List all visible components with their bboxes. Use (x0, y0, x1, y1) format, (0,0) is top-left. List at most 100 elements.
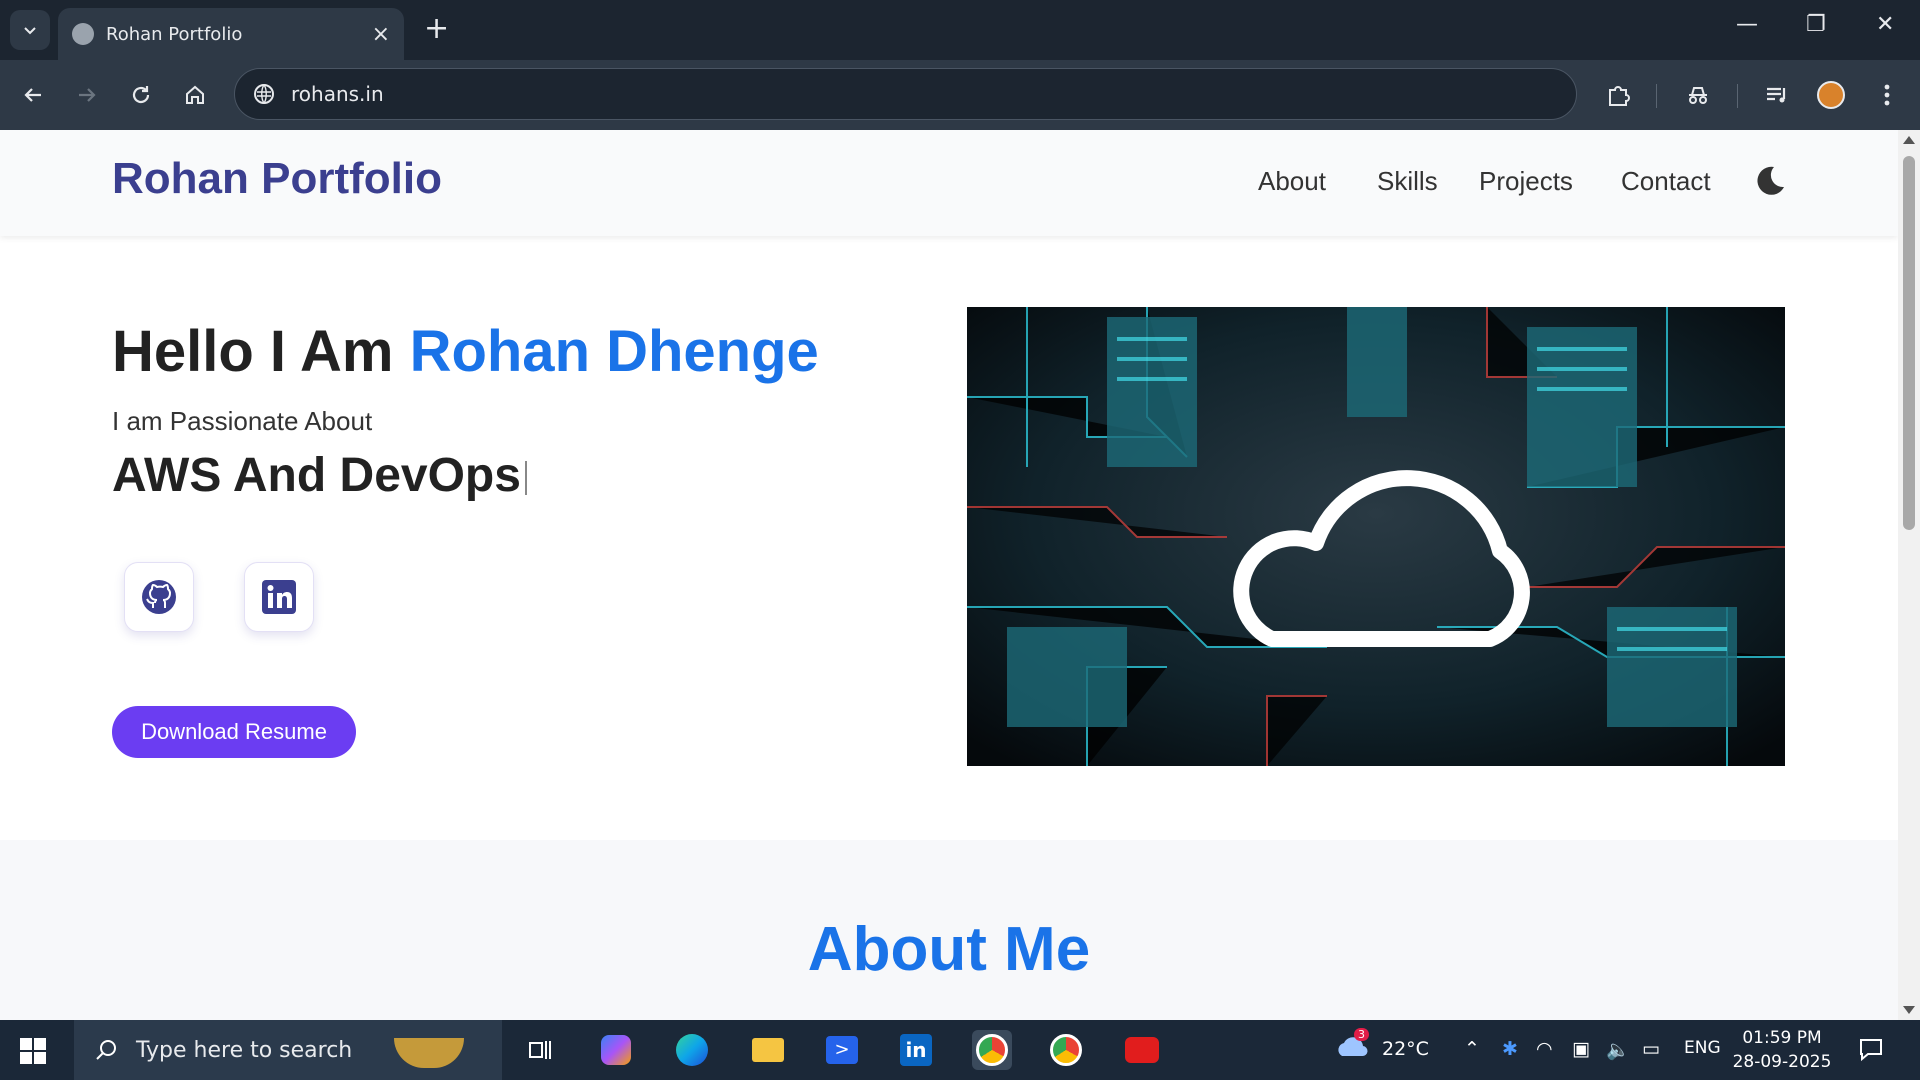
nav-contact-link[interactable]: Contact (1621, 166, 1711, 197)
edge-app[interactable] (672, 1030, 712, 1070)
windows-logo-tile (34, 1038, 46, 1050)
windows-logo-tile (34, 1052, 46, 1064)
youtube-app[interactable] (1122, 1030, 1162, 1070)
media-controls-button[interactable] (1760, 78, 1794, 112)
toolbar-divider (1737, 84, 1738, 108)
diya-icon (394, 1038, 464, 1068)
new-tab-button[interactable]: + (424, 14, 449, 44)
back-button[interactable] (16, 78, 50, 112)
weather-widget[interactable]: 3 (1334, 1028, 1370, 1065)
download-resume-button[interactable]: Download Resume (112, 706, 356, 758)
hero-greeting: Hello I Am (112, 319, 410, 384)
clock-date: 28-09-2025 (1732, 1052, 1832, 1072)
site-brand[interactable]: Rohan Portfolio (112, 154, 442, 204)
puzzle-icon (1609, 86, 1630, 106)
linkedin-app-icon: in (900, 1034, 932, 1066)
moon-icon (1757, 166, 1784, 195)
chrome-icon (1050, 1034, 1082, 1066)
linkedin-link[interactable] (244, 562, 314, 632)
playlist-icon (1767, 87, 1786, 103)
bluetooth-icon[interactable]: ✱ (1502, 1038, 1518, 1060)
web-page: Rohan Portfolio About Skills Projects Co… (0, 130, 1898, 1020)
clock-time: 01:59 PM (1742, 1028, 1822, 1048)
wifi-icon[interactable]: ◠ (1536, 1038, 1553, 1060)
browser-tab-bar: Rohan Portfolio × + — ❐ ✕ (0, 0, 1920, 60)
windows-taskbar: Type here to search > in 3 22°C ⌃ ✱ ◠ ▣ … (0, 1020, 1920, 1080)
battery-icon[interactable]: ▭ (1642, 1038, 1660, 1060)
chevron-down-icon (24, 27, 36, 35)
github-icon (142, 580, 176, 614)
weather-badge: 3 (1354, 1028, 1369, 1041)
incognito-icon (1689, 87, 1707, 104)
terminal-icon: > (826, 1036, 858, 1064)
browser-toolbar: rohans.in (0, 60, 1920, 130)
temperature[interactable]: 22°C (1382, 1038, 1429, 1060)
home-icon (186, 85, 204, 104)
volume-icon[interactable]: 🔈 (1606, 1038, 1630, 1061)
edge-icon (676, 1034, 708, 1066)
start-button[interactable] (20, 1038, 46, 1064)
reload-icon (132, 86, 150, 104)
linkedin-app[interactable]: in (896, 1030, 936, 1070)
reload-button[interactable] (124, 78, 158, 112)
restore-button[interactable]: ❐ (1806, 12, 1826, 37)
theme-toggle-button[interactable] (1752, 164, 1786, 198)
tab-title: Rohan Portfolio (106, 23, 243, 45)
chrome-app[interactable] (1046, 1030, 1086, 1070)
powershell-app[interactable]: > (822, 1030, 862, 1070)
scroll-up-icon[interactable] (1903, 136, 1915, 144)
scroll-down-icon[interactable] (1903, 1006, 1915, 1014)
tab-close-icon[interactable]: × (372, 22, 390, 47)
chevron-up-icon[interactable]: ⌃ (1464, 1038, 1480, 1060)
chrome-profile-app[interactable] (972, 1030, 1012, 1070)
profile-button[interactable] (1814, 78, 1848, 112)
hero-name: Rohan Dhenge (409, 319, 819, 384)
tab-search-button[interactable] (10, 10, 50, 50)
about-heading: About Me (807, 915, 1091, 984)
browser-tab[interactable]: Rohan Portfolio × (58, 8, 404, 60)
nav-about-link[interactable]: About (1258, 166, 1326, 197)
search-placeholder: Type here to search (136, 1037, 353, 1063)
search-icon (96, 1040, 116, 1060)
hero-cloud-image (967, 307, 1785, 766)
forward-button[interactable] (70, 78, 104, 112)
task-view-icon (529, 1041, 551, 1059)
home-button[interactable] (178, 78, 212, 112)
notification-icon (1860, 1039, 1882, 1062)
hero-passion-intro: I am Passionate About (112, 406, 373, 436)
folder-icon (752, 1038, 784, 1062)
clock[interactable]: 01:59 PM 28-09-2025 (1730, 1026, 1834, 1074)
device-icon[interactable]: ▣ (1572, 1038, 1590, 1060)
file-explorer-app[interactable] (748, 1030, 788, 1070)
browser-menu-button[interactable] (1870, 78, 1904, 112)
copilot-app[interactable] (596, 1030, 636, 1070)
copilot-icon (601, 1035, 631, 1065)
notifications-button[interactable] (1858, 1036, 1884, 1067)
hero-typed-text: AWS And DevOps (112, 448, 527, 503)
address-bar[interactable]: rohans.in (234, 68, 1577, 120)
page-scrollbar[interactable] (1898, 130, 1920, 1020)
avatar (1817, 81, 1845, 109)
hero-heading: Hello I Am Rohan Dhenge (112, 318, 819, 385)
windows-logo-icon (20, 1038, 32, 1050)
chrome-icon (976, 1034, 1008, 1066)
minimize-button[interactable]: — (1736, 12, 1758, 37)
windows-logo-tile (20, 1052, 32, 1064)
arrow-left-icon (24, 88, 41, 102)
typed-text: AWS And DevOps (112, 449, 521, 502)
nav-skills-link[interactable]: Skills (1377, 166, 1438, 197)
incognito-button[interactable] (1681, 78, 1715, 112)
more-vertical-icon (1884, 84, 1890, 106)
taskbar-search[interactable]: Type here to search (74, 1020, 502, 1080)
nav-projects-link[interactable]: Projects (1479, 166, 1573, 197)
extensions-button[interactable] (1601, 78, 1635, 112)
close-window-button[interactable]: ✕ (1876, 12, 1894, 37)
github-link[interactable] (124, 562, 194, 632)
circuit-cloud-illustration (967, 307, 1785, 766)
scrollbar-thumb[interactable] (1903, 156, 1915, 530)
task-view-button[interactable] (520, 1030, 560, 1070)
typing-cursor (524, 461, 527, 496)
arrow-right-icon (79, 88, 96, 102)
url-text: rohans.in (291, 82, 384, 106)
language-indicator[interactable]: ENG (1684, 1038, 1721, 1058)
